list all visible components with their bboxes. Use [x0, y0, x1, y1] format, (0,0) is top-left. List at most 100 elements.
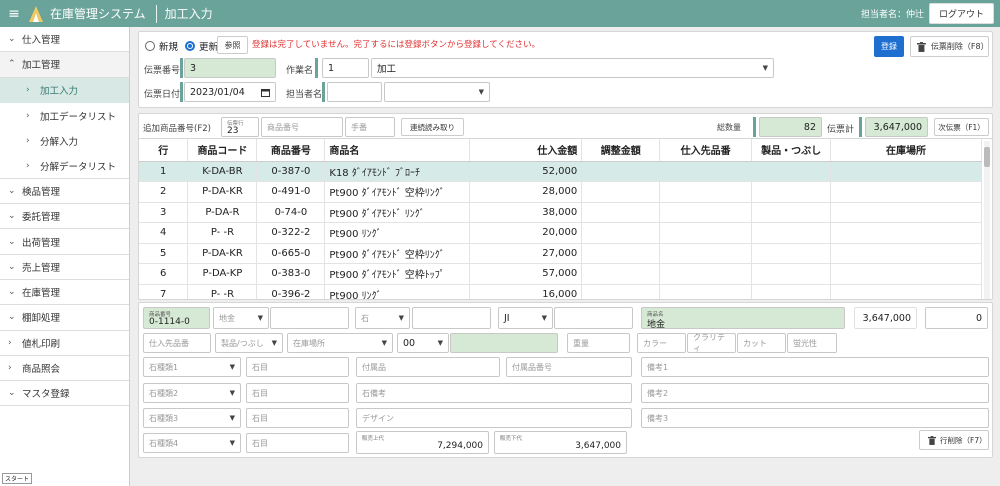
detail-zero-field[interactable]: 0: [925, 307, 988, 329]
sidebar-item-processing-input[interactable]: › 加工入力: [0, 77, 129, 103]
stone-note-input[interactable]: 石備考: [356, 383, 632, 403]
continuous-read-button[interactable]: 連続読み取り: [401, 118, 464, 136]
cut-input[interactable]: カット: [737, 333, 786, 353]
oo-select[interactable]: 00 ▼: [397, 333, 449, 353]
app-title: 在庫管理システム: [50, 7, 146, 21]
col-header[interactable]: 商品名: [324, 139, 471, 162]
line-no-field[interactable]: 伝票行 23: [221, 117, 259, 137]
accessory-no-input[interactable]: 付属品番号: [506, 357, 632, 377]
radio-new-label: 新規: [159, 42, 179, 53]
table-row[interactable]: 1 K-DA-BR 0-387-0 K18 ﾀﾞｲｱﾓﾝﾄﾞ ﾌﾞﾛｰﾁ 52,…: [139, 161, 982, 182]
accessory-input[interactable]: 付属品: [356, 357, 500, 377]
sidebar-item-product-inquiry[interactable]: › 商品照会: [0, 356, 129, 382]
calendar-icon[interactable]: [261, 88, 270, 97]
metal-select[interactable]: 地金 ▼: [213, 307, 269, 329]
design-input[interactable]: デザイン: [356, 408, 632, 428]
ji-select[interactable]: JI ▼: [498, 307, 553, 329]
col-header[interactable]: 商品番号: [256, 139, 326, 162]
cell-supplier-no: [659, 263, 753, 285]
stock-place-select[interactable]: 在庫場所 ▼: [287, 333, 393, 353]
sidebar-item-master[interactable]: ⌄ マスタ登録: [0, 381, 129, 407]
stone-eye1-input[interactable]: 石目: [246, 357, 349, 377]
sidebar-item-consignment[interactable]: ⌄ 委託管理: [0, 204, 129, 230]
next-slip-button[interactable]: 次伝票（F1）: [934, 118, 989, 136]
table-row[interactable]: 3 P-DA-R 0-74-0 Pt900 ﾀﾞｲｱﾓﾝﾄﾞ ﾘﾝｸﾞ 38,0…: [139, 202, 982, 223]
note1-input[interactable]: 備考1: [641, 357, 989, 377]
table-row[interactable]: 7 P- -R 0-396-2 Pt900 ﾘﾝｸﾞ 16,000: [139, 284, 982, 299]
col-header[interactable]: 在庫場所: [830, 139, 982, 162]
sidebar-item-stocktaking[interactable]: ⌄ 棚卸処理: [0, 305, 129, 331]
dropdown-arrow-icon: ▼: [398, 314, 404, 322]
staff-code-field[interactable]: [327, 82, 382, 102]
table-row[interactable]: 2 P-DA-KR 0-491-0 Pt900 ﾀﾞｲｱﾓﾝﾄﾞ 空枠ﾘﾝｸﾞ …: [139, 181, 982, 203]
stone-eye2-input[interactable]: 石目: [246, 383, 349, 403]
logout-button[interactable]: ログアウト: [928, 3, 994, 24]
stone-select[interactable]: 石 ▼: [355, 307, 410, 329]
stone-eye4-input[interactable]: 石目: [246, 433, 349, 453]
work-name-select[interactable]: 加工 ▼: [371, 58, 774, 78]
product-crush-select[interactable]: 製品/つぶし ▼: [215, 333, 283, 353]
cell-product-name: Pt900 ﾀﾞｲｱﾓﾝﾄﾞ 空枠ﾄｯﾌﾟ: [324, 263, 471, 285]
cell-product-no: 0-491-0: [256, 181, 326, 203]
delete-row-button[interactable]: 行削除（F7）: [919, 430, 989, 450]
sidebar-item-disassembly-list[interactable]: › 分解データリスト: [0, 153, 129, 179]
table-row[interactable]: 6 P-DA-KP 0-383-0 Pt900 ﾀﾞｲｱﾓﾝﾄﾞ 空枠ﾄｯﾌﾟ …: [139, 263, 982, 285]
sidebar-item-shipping[interactable]: ⌄ 出荷管理: [0, 229, 129, 255]
stone-value-field[interactable]: [412, 307, 491, 329]
col-header[interactable]: 製品・つぶし: [751, 139, 832, 162]
sidebar-item-price-tag[interactable]: › 値札印刷: [0, 331, 129, 356]
stone-type2-select[interactable]: 石種類2 ▼: [143, 383, 241, 403]
color-input[interactable]: カラー: [637, 333, 686, 353]
menu-icon[interactable]: ≡: [0, 6, 28, 22]
required-marker: [180, 82, 183, 102]
stone-type1-select[interactable]: 石種類1 ▼: [143, 357, 241, 377]
col-header[interactable]: 仕入金額: [469, 139, 583, 162]
slip-number-field[interactable]: 3: [184, 58, 276, 78]
note2-input[interactable]: 備考2: [641, 383, 989, 403]
start-tab[interactable]: スタート: [2, 473, 33, 484]
col-header[interactable]: 仕入先品番: [659, 139, 753, 162]
slip-date-value: 2023/01/04: [190, 86, 245, 98]
fluorescence-input[interactable]: 蛍光性: [787, 333, 837, 353]
radio-update[interactable]: [185, 41, 196, 51]
cell-supplier-no: [659, 284, 753, 299]
table-row[interactable]: 5 P-DA-KR 0-665-0 Pt900 ﾀﾞｲｱﾓﾝﾄﾞ 空枠ﾘﾝｸﾞ …: [139, 243, 982, 264]
slip-date-field[interactable]: 2023/01/04: [184, 82, 276, 102]
sidebar-item-inspection[interactable]: ⌄ 検品管理: [0, 179, 129, 205]
sidebar-item-disassembly-input[interactable]: › 分解入力: [0, 128, 129, 153]
supplier-no-input[interactable]: 仕入先品番: [143, 333, 211, 353]
weight-input[interactable]: 重量: [567, 333, 630, 353]
delete-slip-button[interactable]: 伝票削除（F8）: [910, 36, 989, 57]
stone-type4-select[interactable]: 石種類4 ▼: [143, 433, 241, 453]
col-header[interactable]: 行: [139, 139, 189, 162]
table-scrollbar[interactable]: [984, 141, 990, 299]
cell-product-name: K18 ﾀﾞｲｱﾓﾝﾄﾞ ﾌﾞﾛｰﾁ: [324, 161, 471, 182]
sidebar-item-sales[interactable]: ⌄ 売上管理: [0, 255, 129, 280]
stone-eye3-input[interactable]: 石目: [246, 408, 349, 428]
note3-input[interactable]: 備考3: [641, 408, 989, 428]
sale-upper-field[interactable]: 販売上代 7,294,000: [356, 431, 489, 454]
col-header[interactable]: 調整金額: [581, 139, 661, 162]
radio-new[interactable]: [145, 41, 155, 51]
staff-select[interactable]: ▼: [384, 82, 490, 102]
work-code-field[interactable]: 1: [322, 58, 369, 78]
marker: [859, 117, 862, 137]
hand-number-input[interactable]: 手番: [345, 117, 395, 137]
sidebar-item-processing-list[interactable]: › 加工データリスト: [0, 103, 129, 128]
sidebar-item-processing[interactable]: ⌃ 加工管理: [0, 52, 129, 78]
scrollbar-thumb[interactable]: [984, 147, 990, 167]
sale-lower-field[interactable]: 販売下代 3,647,000: [494, 431, 627, 454]
chevron-down-icon: ⌄: [8, 236, 16, 247]
register-button[interactable]: 登録: [874, 36, 904, 57]
reference-button[interactable]: 参照: [217, 36, 248, 54]
col-header[interactable]: 商品コード: [187, 139, 258, 162]
sidebar-item-inventory[interactable]: ⌄ 在庫管理: [0, 280, 129, 306]
product-number-input[interactable]: 商品番号: [261, 117, 343, 137]
sidebar-item-purchase[interactable]: ⌄ 仕入管理: [0, 27, 129, 53]
metal-value-field[interactable]: [270, 307, 349, 329]
ji-value-field[interactable]: [554, 307, 633, 329]
clarity-input[interactable]: クラリティ: [687, 333, 736, 353]
table-row[interactable]: 4 P- -R 0-322-2 Pt900 ﾘﾝｸﾞ 20,000: [139, 222, 982, 244]
stone-type3-select[interactable]: 石種類3 ▼: [143, 408, 241, 428]
product-crush-placeholder: 製品/つぶし: [221, 338, 264, 348]
